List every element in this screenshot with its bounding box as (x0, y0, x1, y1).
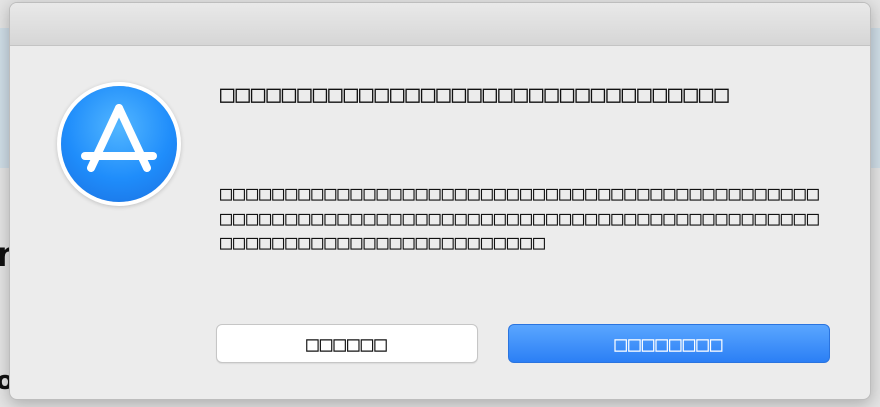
dialog-headline: □□□□□□□□□□□□□□□□□□□□□□□□□□□□□□□□□ (220, 80, 730, 108)
app-store-icon (61, 86, 177, 202)
dialog-titlebar[interactable] (10, 3, 870, 46)
dialog-message: □□□□□□□□□□□□□□□□□□□□□□□□□□□□□□□□□□□□□□□□… (220, 181, 820, 254)
primary-button[interactable]: □□□□□□□□ (508, 324, 830, 363)
cancel-button[interactable]: □□□□□□ (216, 324, 478, 363)
alert-dialog: □□□□□□□□□□□□□□□□□□□□□□□□□□□□□□□□□ □□□□□□… (9, 2, 871, 400)
app-store-glyph (81, 104, 157, 172)
